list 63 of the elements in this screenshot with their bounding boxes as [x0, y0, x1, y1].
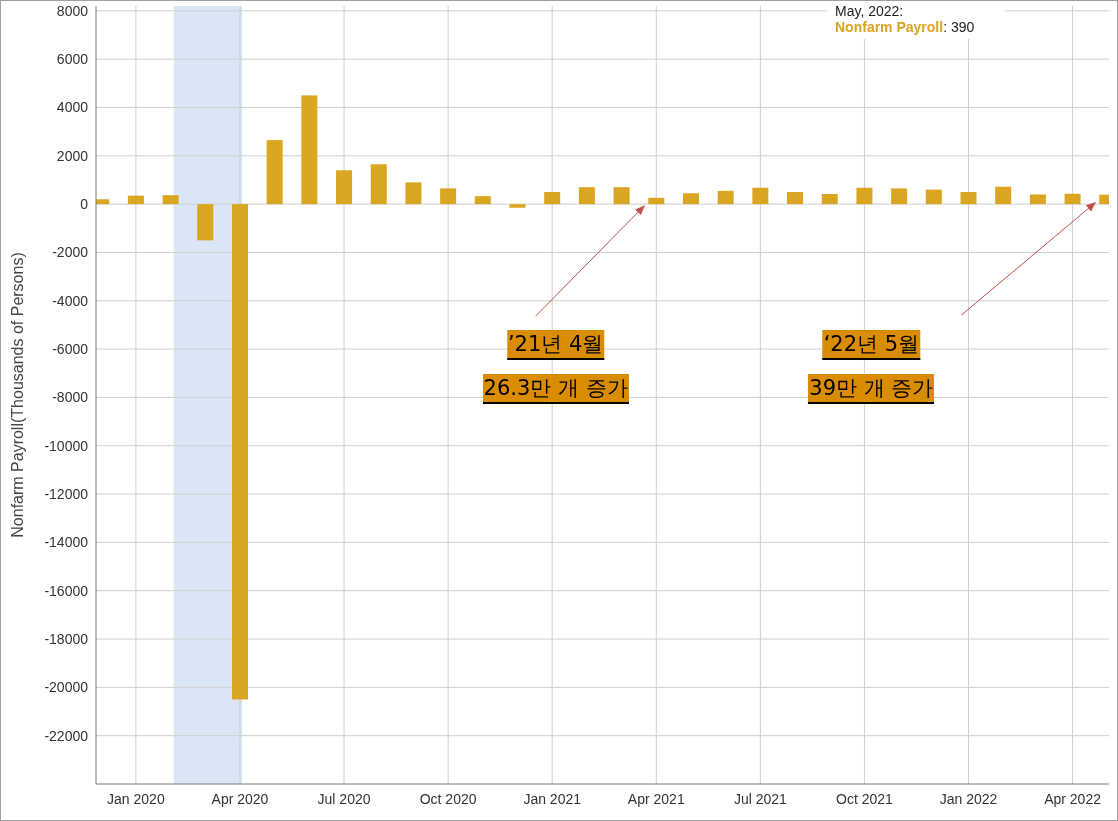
- bar: [336, 170, 353, 205]
- bar: [925, 189, 942, 205]
- bar: [613, 187, 630, 205]
- bar: [1064, 193, 1081, 205]
- bar: [821, 194, 838, 205]
- axis-tick-label: Jan 2022: [939, 791, 998, 807]
- axis-tick-label: Oct 2021: [836, 791, 893, 807]
- axis-tick-label: -20000: [44, 679, 88, 696]
- annotation-label: 26.3만 개 증가: [482, 373, 629, 404]
- axis-tick-label: 2000: [56, 147, 88, 164]
- bar: [578, 187, 595, 205]
- axis-tick-label: -18000: [44, 631, 88, 648]
- axis-tick-label: Jul 2021: [733, 791, 787, 807]
- axis-tick-label: Jan 2021: [523, 791, 581, 807]
- annotation-label: ‘22년 5월: [822, 330, 921, 361]
- bar: [127, 195, 144, 205]
- bar: [1029, 194, 1046, 205]
- bar: [717, 190, 734, 205]
- axis-tick-label: Apr 2020: [211, 791, 269, 807]
- tooltip-separator: :: [943, 19, 948, 35]
- bar: [509, 204, 526, 208]
- axis-tick-label: -16000: [44, 582, 88, 599]
- bar: [891, 188, 908, 205]
- axis-tick-label: Jan 2020: [107, 791, 165, 807]
- axis-tick-label: -6000: [52, 341, 88, 358]
- axis-tick-label: -12000: [44, 486, 88, 503]
- bar: [405, 182, 422, 205]
- axis-tick-label: -2000: [52, 244, 88, 261]
- axis-tick-label: Apr 2021: [627, 791, 685, 807]
- bar: [440, 188, 457, 205]
- tooltip-value: 390: [951, 19, 975, 35]
- bar: [544, 192, 561, 205]
- axis-tick-label: 6000: [56, 51, 88, 68]
- bar: [682, 193, 699, 205]
- bar: [96, 199, 110, 205]
- bar: [370, 164, 387, 205]
- bar: [856, 187, 873, 205]
- bar: [266, 140, 283, 205]
- bar: [787, 192, 804, 205]
- bar: [995, 186, 1012, 205]
- annotation-label: 39만 개 증가: [808, 373, 935, 404]
- axis-tick-label: Apr 2022: [1044, 791, 1101, 807]
- bar: [197, 204, 214, 241]
- axis-tick-label: 8000: [56, 2, 88, 19]
- tooltip-date: May, 2022:: [835, 3, 904, 19]
- axis-tick-label: Oct 2020: [419, 791, 477, 807]
- axis-tick-label: -8000: [52, 389, 88, 406]
- axis-tick-label: 4000: [56, 99, 88, 116]
- y-axis-title: Nonfarm Payroll(Thousands of Persons): [9, 252, 26, 538]
- bar: [752, 187, 769, 205]
- bar: [960, 192, 977, 205]
- axis-tick-label: -4000: [52, 292, 88, 309]
- annotation-label: ’21년 4월: [506, 330, 605, 361]
- axis-tick-label: -14000: [44, 534, 88, 551]
- tooltip-series-name: Nonfarm Payroll: [835, 19, 944, 35]
- bar: [474, 196, 491, 205]
- bar: [648, 197, 665, 205]
- axis-tick-label: -22000: [44, 727, 88, 744]
- bar: [162, 195, 179, 205]
- axis-tick-label: Jul 2020: [317, 791, 371, 807]
- bar: [1099, 194, 1109, 205]
- axis-tick-label: 0: [80, 196, 88, 213]
- axis-tick-label: -10000: [44, 437, 88, 454]
